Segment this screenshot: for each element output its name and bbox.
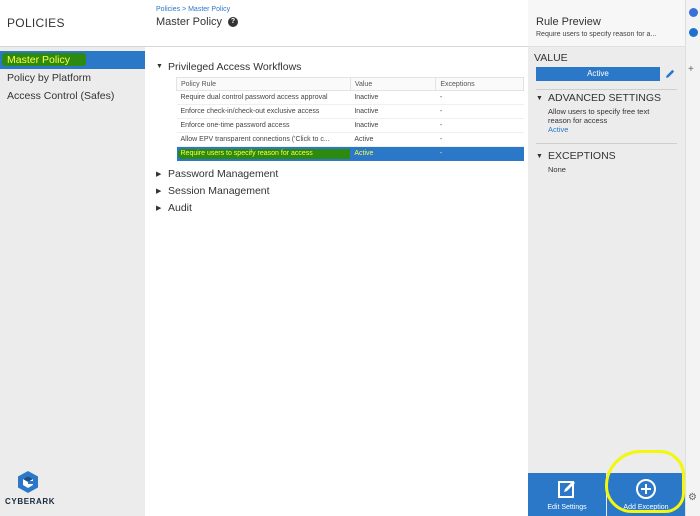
section-header[interactable]: ▶ Audit <box>156 199 528 216</box>
rule-preview-header: Rule Preview Require users to specify re… <box>528 0 685 47</box>
section-header[interactable]: ▶ Session Management <box>156 182 528 199</box>
page-title: Master Policy <box>156 16 223 28</box>
cyberark-logo-icon <box>18 471 38 493</box>
advanced-settings-header[interactable]: ▼ ADVANCED SETTINGS <box>536 92 685 104</box>
advanced-settings-value-link[interactable]: Active <box>548 125 685 134</box>
collapse-triangle-icon: ▼ <box>156 63 163 70</box>
plus-icon[interactable]: + <box>688 64 694 75</box>
table-row[interactable]: Enforce check-in/check-out exclusive acc… <box>176 104 524 119</box>
exceptions-value: None <box>548 165 566 174</box>
page-header: Policies > Master Policy Master Policy ? <box>145 0 528 47</box>
add-exception-icon <box>636 479 656 499</box>
rule-text: Require users to specify reason for acce… <box>180 150 313 157</box>
expand-triangle-icon: ▶ <box>156 187 162 195</box>
expand-triangle-icon: ▶ <box>156 170 162 178</box>
section-header[interactable]: ▶ Password Management <box>156 165 528 182</box>
add-exception-label: Add Exception <box>623 504 669 511</box>
value-cell: Active <box>350 132 436 147</box>
value-cell: Inactive <box>350 104 436 119</box>
section-title: Password Management <box>168 167 279 180</box>
app-dot-icon[interactable] <box>689 28 698 37</box>
sidebar: POLICIES Master Policy Policy by Platfor… <box>0 0 145 516</box>
policy-rules-table: Policy Rule Value Exceptions Require dua… <box>176 77 524 161</box>
exceptions-title: EXCEPTIONS <box>548 150 616 162</box>
cyberark-logo: CYBERARK <box>5 470 65 506</box>
exceptions-cell: - <box>435 146 524 161</box>
section-audit: ▶ Audit <box>145 199 528 216</box>
advanced-settings-text: Allow users to specify free text reason … <box>548 107 650 125</box>
divider <box>536 143 677 144</box>
add-exception-button[interactable]: Add Exception <box>607 473 685 516</box>
rule-preview-subtitle: Require users to specify reason for a... <box>536 31 657 38</box>
logo-wordmark: CYBERARK <box>5 497 56 506</box>
exceptions-cell: - <box>435 118 524 133</box>
value-cell: Inactive <box>350 118 436 133</box>
section-title: Session Management <box>168 184 270 197</box>
collapse-triangle-icon: ▼ <box>536 94 543 102</box>
sidebar-item-label: Master Policy <box>7 54 71 66</box>
exceptions-cell: - <box>435 132 524 147</box>
table-row[interactable]: Require dual control password access app… <box>176 90 524 105</box>
section-privileged-access-workflows: ▼ Privileged Access Workflows Policy Rul… <box>145 58 528 161</box>
column-header-exceptions[interactable]: Exceptions <box>435 77 524 91</box>
help-icon[interactable]: ? <box>228 17 239 27</box>
breadcrumb[interactable]: Policies > Master Policy <box>156 6 528 13</box>
app-dot-icon[interactable] <box>689 8 698 17</box>
pencil-icon[interactable] <box>664 68 676 80</box>
rule-preview-panel: Rule Preview Require users to specify re… <box>528 0 685 516</box>
value-text: Active <box>354 150 374 157</box>
section-title: Privileged Access Workflows <box>168 60 302 73</box>
rule-cell: Allow EPV transparent connections ('Clic… <box>176 132 351 147</box>
sidebar-item-access-control[interactable]: Access Control (Safes) <box>0 87 145 105</box>
table-row-selected[interactable]: Require users to specify reason for acce… <box>176 146 524 161</box>
section-title: Audit <box>168 201 192 214</box>
value-cell: Inactive <box>350 90 436 105</box>
edit-settings-label: Edit Settings <box>547 504 587 511</box>
rule-cell: Enforce one-time password access <box>176 118 351 133</box>
sidebar-item-master-policy[interactable]: Master Policy <box>0 51 145 69</box>
advanced-settings-title: ADVANCED SETTINGS <box>548 92 661 104</box>
value-label: VALUE <box>534 52 568 64</box>
exceptions-header[interactable]: ▼ EXCEPTIONS <box>536 150 685 162</box>
rule-preview-title: Rule Preview <box>536 16 601 28</box>
collapse-triangle-icon: ▼ <box>536 152 543 160</box>
exceptions-cell: - <box>435 90 524 105</box>
divider <box>536 89 677 90</box>
expand-triangle-icon: ▶ <box>156 204 162 212</box>
table-header-row: Policy Rule Value Exceptions <box>176 77 524 91</box>
rule-cell: Require users to specify reason for acce… <box>176 146 351 161</box>
browser-side-strip: + ⚙ <box>685 0 700 516</box>
column-header-value[interactable]: Value <box>349 77 437 91</box>
edit-settings-button[interactable]: Edit Settings <box>528 473 606 516</box>
column-header-policy-rule[interactable]: Policy Rule <box>176 77 351 91</box>
main-panel: Policies > Master Policy Master Policy ?… <box>145 0 528 516</box>
section-password-management: ▶ Password Management <box>145 165 528 182</box>
value-row: Active <box>536 67 685 81</box>
sidebar-title: POLICIES <box>0 0 145 47</box>
sidebar-item-policy-by-platform[interactable]: Policy by Platform <box>0 69 145 87</box>
settings-gear-icon[interactable]: ⚙ <box>688 492 697 503</box>
rule-cell: Enforce check-in/check-out exclusive acc… <box>176 104 351 119</box>
exceptions-cell: - <box>435 104 524 119</box>
value-badge: Active <box>536 67 660 81</box>
edit-settings-icon <box>558 481 575 498</box>
value-cell: Active <box>350 146 436 161</box>
rule-cell: Require dual control password access app… <box>176 90 351 105</box>
table-row[interactable]: Allow EPV transparent connections ('Clic… <box>176 132 524 147</box>
section-header[interactable]: ▼ Privileged Access Workflows <box>156 58 528 75</box>
action-bar: Edit Settings Add Exception <box>528 473 685 516</box>
section-session-management: ▶ Session Management <box>145 182 528 199</box>
table-row[interactable]: Enforce one-time password access Inactiv… <box>176 118 524 133</box>
